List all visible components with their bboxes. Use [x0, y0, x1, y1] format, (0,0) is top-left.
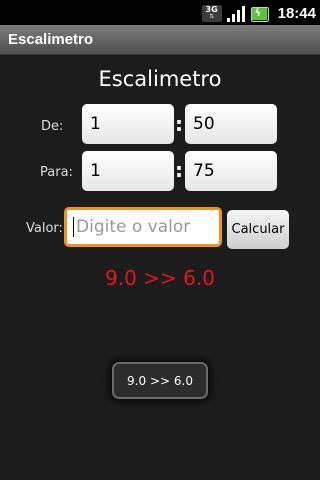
title-bar: Escalimetro [0, 25, 320, 55]
main-content: Escalimetro De: 1 : 50 Para: 1 : 75 Valo… [0, 55, 320, 480]
status-icons: 3G ⇅ ϟ 18:44 [201, 4, 316, 22]
valor-input[interactable]: Digite o valor [64, 207, 222, 247]
de-label: De: [41, 119, 64, 134]
de-left-value: 1 [90, 114, 101, 134]
toast-message: 9.0 >> 6.0 [112, 362, 208, 399]
battery-charging-icon: ϟ [250, 5, 270, 22]
clock: 18:44 [277, 4, 316, 22]
page-heading: Escalimetro [98, 67, 222, 91]
de-right-input[interactable]: 50 [185, 104, 277, 144]
text-cursor [73, 217, 74, 237]
para-left-input[interactable]: 1 [82, 151, 174, 191]
result-text: 9.0 >> 6.0 [105, 266, 215, 290]
de-right-value: 50 [193, 114, 215, 134]
para-label: Para: [40, 165, 73, 180]
valor-placeholder: Digite o valor [76, 217, 191, 237]
calculate-button[interactable]: Calcular [227, 210, 289, 249]
de-separator: : [175, 112, 183, 136]
para-left-value: 1 [90, 161, 101, 181]
para-right-value: 75 [193, 161, 215, 181]
status-bar: 3G ⇅ ϟ 18:44 [0, 0, 320, 25]
de-left-input[interactable]: 1 [82, 104, 174, 144]
signal-strength-icon [226, 5, 246, 22]
3g-data-icon: 3G ⇅ [201, 4, 222, 22]
para-right-input[interactable]: 75 [185, 151, 277, 191]
valor-label: Valor: [26, 221, 63, 236]
app-title: Escalimetro [8, 31, 94, 48]
para-separator: : [175, 158, 183, 182]
